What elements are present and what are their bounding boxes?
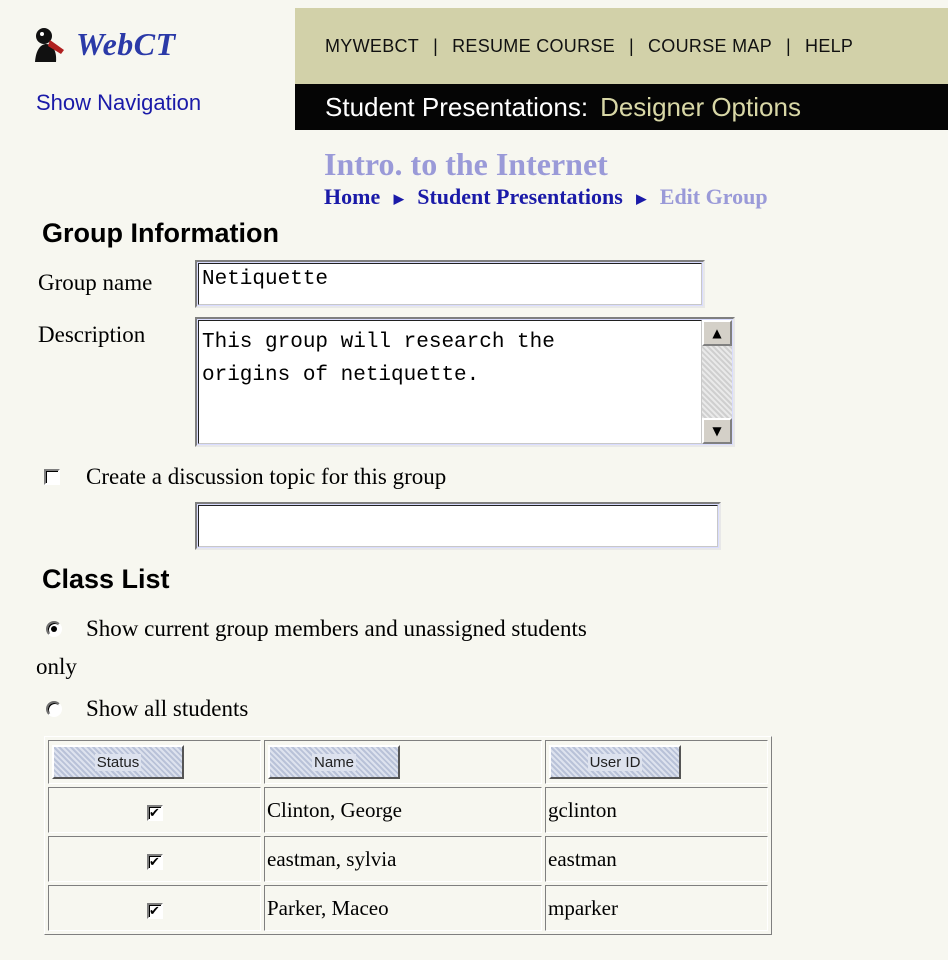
description-label: Description bbox=[38, 322, 146, 347]
nav-help-link[interactable]: HELP bbox=[805, 36, 853, 57]
status-header-cell: Status bbox=[48, 740, 261, 784]
class-list-table: Status Name User ID ✔ Clinton, George gc… bbox=[44, 736, 772, 935]
userid-cell: gclinton bbox=[545, 787, 768, 833]
status-cell: ✔ bbox=[48, 885, 261, 931]
breadcrumb-arrow-icon: ▶ bbox=[393, 190, 404, 206]
tool-mode: Designer Options bbox=[600, 91, 801, 122]
name-cell: Clinton, George bbox=[264, 787, 542, 833]
userid-header-label: User ID bbox=[587, 753, 643, 771]
group-name-field[interactable]: Netiquette bbox=[195, 260, 705, 308]
group-information-heading: Group Information bbox=[42, 218, 279, 248]
name-header-cell: Name bbox=[264, 740, 542, 784]
discussion-topic-value[interactable] bbox=[198, 505, 718, 547]
show-current-radio[interactable] bbox=[46, 621, 62, 637]
breadcrumb-home-link[interactable]: Home bbox=[324, 184, 380, 209]
webct-logo-text: WebCT bbox=[76, 25, 176, 62]
name-cell: eastman, sylvia bbox=[264, 836, 542, 882]
name-sort-button[interactable]: Name bbox=[268, 745, 400, 779]
status-cell: ✔ bbox=[48, 787, 261, 833]
userid-sort-button[interactable]: User ID bbox=[549, 745, 681, 779]
table-row: ✔ eastman, sylvia eastman bbox=[48, 836, 768, 882]
top-navigation-bar: MYWEBCT | RESUME COURSE | COURSE MAP | H… bbox=[295, 8, 948, 84]
show-all-radio[interactable] bbox=[46, 701, 62, 717]
scroll-down-icon[interactable]: ▼ bbox=[702, 418, 732, 444]
show-all-label: Show all students bbox=[86, 696, 249, 721]
nav-course-map-link[interactable]: COURSE MAP bbox=[648, 36, 772, 57]
breadcrumb-current: Edit Group bbox=[659, 184, 768, 209]
discussion-topic-option: Create a discussion topic for this group bbox=[44, 464, 446, 490]
description-value[interactable]: This group will research the origins of … bbox=[198, 320, 702, 444]
userid-cell: eastman bbox=[545, 836, 768, 882]
radio-selected-dot bbox=[51, 626, 57, 632]
status-cell: ✔ bbox=[48, 836, 261, 882]
breadcrumb: Home ▶ Student Presentations ▶ Edit Grou… bbox=[324, 184, 768, 210]
breadcrumb-arrow-icon: ▶ bbox=[636, 190, 647, 206]
group-name-label: Group name bbox=[38, 270, 153, 295]
discussion-topic-label: Create a discussion topic for this group bbox=[86, 464, 447, 489]
nav-separator: | bbox=[629, 35, 634, 56]
table-row: ✔ Parker, Maceo mparker bbox=[48, 885, 768, 931]
course-title: Intro. to the Internet bbox=[324, 146, 608, 182]
scroll-up-icon[interactable]: ▲ bbox=[702, 320, 732, 346]
discussion-topic-field[interactable] bbox=[195, 502, 721, 550]
tool-title-bar: Student Presentations: Designer Options bbox=[295, 84, 948, 130]
nav-mywebct-link[interactable]: MYWEBCT bbox=[325, 36, 419, 57]
show-current-label: Show current group members and unassigne… bbox=[86, 616, 587, 641]
tool-title: Student Presentations: bbox=[325, 91, 589, 122]
description-textarea[interactable]: This group will research the origins of … bbox=[195, 317, 735, 447]
breadcrumb-student-presentations-link[interactable]: Student Presentations bbox=[417, 184, 623, 209]
show-current-label-cont: only bbox=[36, 654, 77, 679]
show-navigation-link[interactable]: Show Navigation bbox=[36, 90, 201, 116]
table-row: ✔ Clinton, George gclinton bbox=[48, 787, 768, 833]
nav-separator: | bbox=[786, 35, 792, 56]
userid-cell: mparker bbox=[545, 885, 768, 931]
nav-separator: | bbox=[433, 35, 439, 56]
member-checkbox[interactable]: ✔ bbox=[146, 805, 163, 821]
table-header-row: Status Name User ID bbox=[48, 740, 768, 784]
nav-resume-course-link[interactable]: RESUME COURSE bbox=[452, 36, 615, 57]
member-checkbox[interactable]: ✔ bbox=[146, 903, 163, 919]
show-all-option: Show all students bbox=[46, 696, 248, 722]
userid-header-cell: User ID bbox=[545, 740, 768, 784]
name-cell: Parker, Maceo bbox=[264, 885, 542, 931]
discussion-topic-checkbox[interactable] bbox=[44, 469, 60, 485]
webct-logo[interactable]: WebCT bbox=[30, 22, 176, 66]
show-current-option: Show current group members and unassigne… bbox=[46, 616, 587, 642]
class-list-heading: Class List bbox=[42, 564, 170, 594]
group-name-value[interactable]: Netiquette bbox=[198, 263, 702, 305]
name-header-label: Name bbox=[311, 753, 356, 771]
description-scrollbar[interactable]: ▲ ▼ bbox=[702, 320, 732, 444]
status-sort-button[interactable]: Status bbox=[52, 745, 184, 779]
member-checkbox[interactable]: ✔ bbox=[146, 854, 163, 870]
status-header-label: Status bbox=[94, 753, 142, 771]
webct-logo-icon bbox=[35, 28, 64, 62]
